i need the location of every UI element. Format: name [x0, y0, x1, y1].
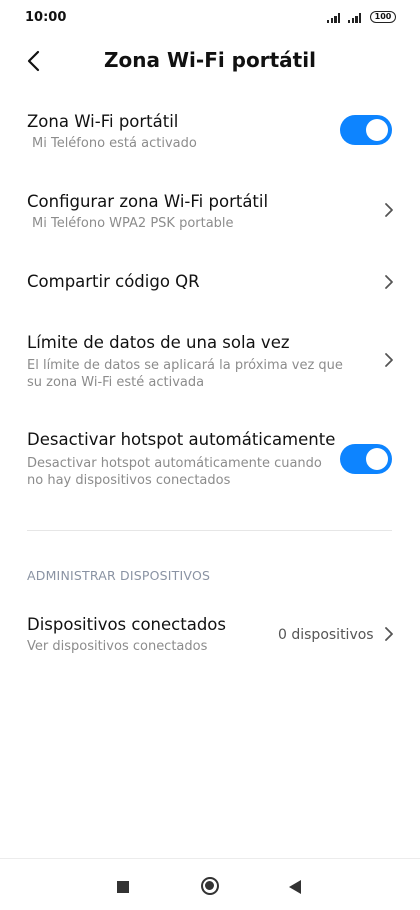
navigation-bar: [0, 858, 420, 910]
battery-icon: 100: [370, 11, 396, 23]
chevron-right-icon: [385, 353, 393, 367]
row-subtitle: Ver dispositivos conectados: [27, 639, 208, 654]
row-title: Compartir código QR: [27, 272, 200, 291]
signal-icon: [348, 12, 364, 23]
page-title: Zona Wi-Fi portátil: [104, 48, 316, 72]
chevron-right-icon: [385, 275, 393, 289]
circle-icon[interactable]: [201, 877, 219, 895]
row-title: Zona Wi-Fi portátil: [27, 112, 179, 131]
auto-disable-toggle[interactable]: [340, 444, 392, 474]
device-count-value: 0 dispositivos: [278, 627, 374, 643]
row-title: Configurar zona Wi-Fi portátil: [27, 192, 269, 211]
toggle-knob: [366, 119, 388, 141]
triangle-icon[interactable]: [289, 880, 301, 894]
hotspot-toggle-row[interactable]: Zona Wi-Fi portátil Mi Teléfono está act…: [0, 104, 420, 164]
status-bar: 10:00 100: [0, 0, 420, 36]
configure-hotspot-row[interactable]: Configurar zona Wi-Fi portátil Mi Teléfo…: [0, 184, 420, 244]
row-subtitle: Mi Teléfono está activado: [32, 136, 197, 151]
row-subtitle: Mi Teléfono WPA2 PSK portable: [32, 216, 234, 231]
toggle-knob: [366, 448, 388, 470]
hotspot-toggle[interactable]: [340, 115, 392, 145]
square-icon[interactable]: [117, 881, 129, 893]
status-time: 10:00: [25, 10, 67, 25]
row-title: Desactivar hotspot automáticamente: [27, 430, 336, 449]
auto-disable-hotspot-row[interactable]: Desactivar hotspot automáticamente Desac…: [0, 422, 420, 492]
row-title: Dispositivos conectados: [27, 615, 226, 634]
signal-icon: [327, 12, 343, 23]
data-limit-row[interactable]: Límite de datos de una sola vez El límit…: [0, 324, 420, 394]
row-subtitle-line1: Desactivar hotspot automáticamente cuand…: [27, 456, 322, 471]
row-subtitle-line2: su zona Wi-Fi esté activada: [27, 375, 205, 390]
row-subtitle-line1: El límite de datos se aplicará la próxim…: [27, 358, 343, 373]
share-qr-row[interactable]: Compartir código QR: [0, 262, 420, 302]
divider: [27, 530, 392, 531]
header: Zona Wi-Fi portátil: [0, 36, 420, 84]
section-header: ADMINISTRAR DISPOSITIVOS: [27, 568, 211, 583]
chevron-right-icon: [385, 627, 393, 641]
chevron-right-icon: [385, 203, 393, 217]
row-title: Límite de datos de una sola vez: [27, 333, 290, 352]
row-subtitle-line2: no hay dispositivos conectados: [27, 473, 231, 488]
